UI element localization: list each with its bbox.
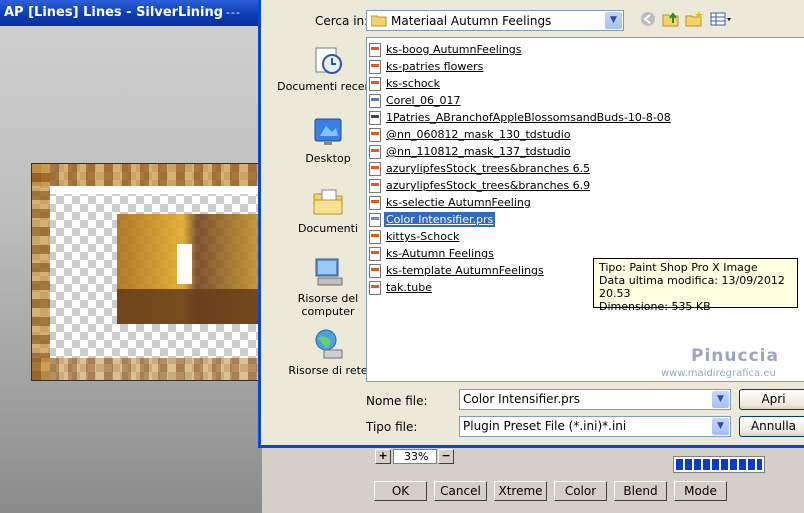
- psp-image-icon: [369, 247, 381, 261]
- file-name: azurylipfesStock_trees&branches 6.5: [386, 162, 591, 175]
- file-info-tooltip: Tipo: Paint Shop Pro X Image Data ultima…: [593, 258, 798, 313]
- progress-fill: [676, 459, 762, 470]
- view-menu-icon[interactable]: [709, 11, 733, 31]
- preview-frame-bottom: [32, 358, 261, 380]
- tooltip-type: Tipo: Paint Shop Pro X Image: [599, 261, 758, 274]
- preview-frame-left: [32, 164, 50, 380]
- preview-center-band: [117, 289, 261, 324]
- open-dialog: Cerca in: Materiaal Autumn Feelings ▼ Do…: [258, 0, 804, 448]
- place-label: Desktop: [305, 152, 351, 165]
- color-button[interactable]: Color: [554, 481, 607, 501]
- preview-frame-top: [32, 164, 261, 186]
- filetype-label: Tipo file:: [366, 420, 418, 434]
- file-name: 1Patries_ABranchofAppleBlossomsandBuds-1…: [386, 111, 671, 124]
- psp-image-icon: [369, 60, 381, 74]
- zoom-out-button[interactable]: −: [438, 449, 454, 464]
- chevron-down-icon[interactable]: ▼: [605, 12, 622, 29]
- file-name: ks-selectie AutumnFeeling: [386, 196, 531, 209]
- psp-image-icon: [369, 77, 381, 91]
- watermark-title: Pinuccia: [691, 346, 779, 366]
- psp-image-icon: [369, 145, 381, 159]
- file-name: Corel_06_017: [386, 94, 461, 107]
- zoom-field[interactable]: 33%: [393, 449, 437, 464]
- chevron-down-icon[interactable]: ▼: [712, 418, 729, 435]
- mode-button[interactable]: Mode: [674, 481, 727, 501]
- file-name: kittys-Schock: [386, 230, 460, 243]
- documents-icon: [313, 189, 343, 215]
- place-label: Documenti: [297, 222, 359, 235]
- plugin-preview-image[interactable]: [31, 163, 262, 381]
- lookin-value: Materiaal Autumn Feelings: [391, 14, 552, 28]
- psp-image-icon: [369, 264, 381, 278]
- file-name: ks-Autumn Feelings: [386, 247, 494, 260]
- plugin-titlebar[interactable]: AP [Lines] Lines - SilverLining ---: [0, 0, 270, 26]
- file-name: @nn_110812_mask_137_tdstudio: [386, 145, 571, 158]
- psp-image-icon: [369, 43, 381, 57]
- image-file-icon: [369, 94, 381, 108]
- filetype-select[interactable]: Plugin Preset File (*.ini)*.ini ▼: [459, 416, 731, 437]
- cancel-button[interactable]: Cancel: [434, 481, 487, 501]
- blend-button[interactable]: Blend: [614, 481, 667, 501]
- file-name: Color Intensifier.prs: [384, 212, 496, 227]
- zoom-in-button[interactable]: +: [375, 449, 391, 464]
- recent-documents-icon: [315, 47, 342, 74]
- back-icon[interactable]: [638, 11, 658, 31]
- lookin-dropdown[interactable]: Materiaal Autumn Feelings ▼: [366, 10, 624, 31]
- progress-bar: [673, 456, 765, 473]
- preset-file-icon: [369, 213, 381, 227]
- filename-value: Color Intensifier.prs: [463, 392, 580, 406]
- network-icon: [315, 329, 343, 359]
- tooltip-size: Dimensione: 535 KB: [599, 300, 711, 313]
- plugin-window-title: AP [Lines] Lines - SilverLining: [4, 5, 224, 20]
- my-computer-icon: [315, 258, 343, 286]
- desktop-icon: [314, 118, 342, 145]
- file-name: ks-template AutumnFeelings: [386, 264, 544, 277]
- tooltip-modified: Data ultima modifica: 13/09/2012 20.53: [599, 274, 785, 300]
- folder-icon: [371, 15, 387, 27]
- psp-image-icon: [369, 162, 381, 176]
- filename-label: Nome file:: [366, 394, 428, 408]
- place-label: Risorse di rete: [288, 364, 368, 377]
- psp-image-icon: [369, 230, 381, 244]
- places-bar: Documenti recenti Desktop Documenti Riso…: [275, 34, 379, 389]
- file-name: ks-boog AutumnFeelings: [386, 43, 522, 56]
- preview-frame-inner: [50, 186, 261, 194]
- filetype-value: Plugin Preset File (*.ini)*.ini: [463, 419, 627, 433]
- filename-input[interactable]: Color Intensifier.prs ▼: [459, 389, 731, 410]
- watermark-url: www.maidiregrafica.eu: [661, 368, 776, 379]
- file-name: tak.tube: [386, 281, 432, 294]
- preview-center-gap: [177, 244, 192, 284]
- place-label: Risorse del computer: [297, 292, 359, 318]
- file-list[interactable]: ks-boog AutumnFeelings ks-patries flowers…: [366, 37, 804, 382]
- file-name: azurylipfesStock_trees&branches 6.9: [386, 179, 591, 192]
- plugin-title-extra: ---: [226, 6, 241, 19]
- file-name: @nn_060812_mask_130_tdstudio: [386, 128, 571, 141]
- psp-image-icon: [369, 196, 381, 210]
- up-folder-icon[interactable]: [661, 11, 681, 31]
- chevron-down-icon[interactable]: ▼: [712, 391, 729, 408]
- open-button[interactable]: Apri: [739, 389, 804, 410]
- place-label: Documenti recenti: [277, 80, 379, 93]
- xtreme-button[interactable]: Xtreme: [494, 481, 547, 501]
- camera-file-icon: [369, 111, 381, 125]
- psp-image-icon: [369, 179, 381, 193]
- psp-image-icon: [369, 281, 381, 295]
- lookin-label: Cerca in:: [315, 14, 369, 28]
- new-folder-icon[interactable]: [684, 11, 704, 31]
- ok-button[interactable]: OK: [374, 481, 427, 501]
- file-name: ks-schock: [386, 77, 440, 90]
- cancel-dialog-button[interactable]: Annulla: [739, 416, 804, 437]
- psp-image-icon: [369, 128, 381, 142]
- file-name: ks-patries flowers: [386, 60, 484, 73]
